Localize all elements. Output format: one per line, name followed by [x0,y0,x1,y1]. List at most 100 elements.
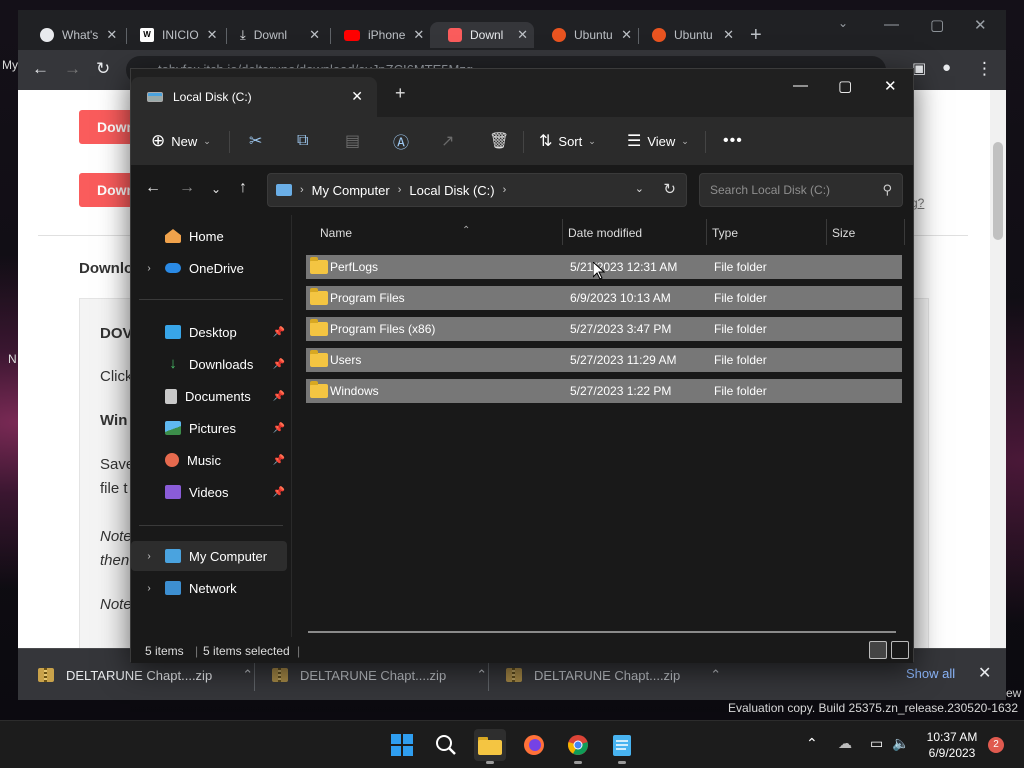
back-icon[interactable]: ← [145,179,161,197]
more-options-button[interactable]: ••• [723,129,743,153]
chrome-taskbar-button[interactable] [562,729,594,764]
new-tab-button[interactable]: + [395,83,406,104]
pin-icon[interactable]: 📌 [273,455,285,466]
tiles-view-button[interactable] [891,641,909,659]
chrome-tab[interactable]: ⤓ Downl ✕ [222,22,326,48]
close-button[interactable]: ✕ [884,77,897,95]
chevron-right-icon[interactable]: › [141,583,157,594]
new-button[interactable]: ⊕ New ⌄ [151,129,211,153]
pin-icon[interactable]: 📌 [273,327,285,338]
start-button[interactable] [386,729,418,761]
view-button[interactable]: ☰ View ⌄ [627,129,689,153]
search-box[interactable]: ⚲ [699,173,903,207]
chevron-up-icon[interactable]: ⌃ [242,667,253,683]
pin-icon[interactable]: 📌 [273,391,285,402]
chrome-tab[interactable]: Ubuntu ✕ [534,22,638,48]
sort-button[interactable]: ⇅ Sort ⌄ [539,129,596,153]
sidebar-item-desktop[interactable]: Desktop 📌 [131,317,287,347]
minimize-button[interactable]: — [793,77,808,94]
horizontal-scrollbar[interactable] [308,631,896,633]
address-bar[interactable]: › My Computer › Local Disk (C:) › ⌄ ↻ [267,173,687,207]
sidebar-item-home[interactable]: Home [131,221,287,251]
tab-search-icon[interactable]: ⌄ [838,16,848,30]
close-button[interactable]: ✕ [974,16,987,34]
pin-icon[interactable]: 📌 [273,487,285,498]
close-icon[interactable]: ✕ [517,27,528,43]
show-all-downloads-link[interactable]: Show all [906,666,955,681]
maximize-button[interactable]: ▢ [930,16,944,34]
cut-button[interactable]: ✂ [249,129,262,153]
column-header-size[interactable]: Size [832,221,902,245]
breadcrumb-my-computer[interactable]: My Computer [312,183,390,198]
explorer-tab[interactable]: Local Disk (C:) ✕ [131,77,377,117]
forward-icon[interactable]: → [179,179,195,197]
minimize-button[interactable]: — [884,16,899,33]
close-icon[interactable]: ✕ [309,27,320,43]
details-view-button[interactable] [869,641,887,659]
close-icon[interactable]: ✕ [978,663,991,683]
volume-icon[interactable]: 🔈 [892,735,909,752]
forward-icon[interactable]: → [64,59,81,79]
paste-button[interactable]: ▤ [345,129,360,153]
sidebar-item-my-computer[interactable]: › My Computer [131,541,287,571]
cloud-offline-icon[interactable]: ☁ [838,735,852,752]
system-clock[interactable]: 10:37 AM 6/9/2023 [920,729,984,761]
close-icon[interactable]: ✕ [413,27,424,43]
recent-locations-icon[interactable]: ⌄ [211,182,221,196]
chevron-right-icon[interactable]: › [141,263,157,274]
sidebar-item-onedrive[interactable]: › OneDrive [131,253,287,283]
close-icon[interactable]: ✕ [621,27,632,43]
chevron-down-icon[interactable]: ⌄ [635,182,644,195]
chevron-right-icon[interactable]: › [141,551,157,562]
pin-icon[interactable]: 📌 [273,423,285,434]
close-icon[interactable]: ✕ [207,27,218,43]
chrome-tab[interactable]: Ubuntu ✕ [634,22,740,48]
sidebar-item-network[interactable]: › Network [131,573,287,603]
profile-icon[interactable]: ● [942,59,951,76]
share-button[interactable]: ↗ [441,129,454,153]
chrome-tab[interactable]: What's ✕ [22,22,122,48]
chevron-up-icon[interactable]: ⌃ [806,735,818,752]
close-icon[interactable]: ✕ [106,27,117,43]
table-row[interactable]: Windows 5/27/2023 1:22 PM File folder [306,379,902,403]
menu-icon[interactable]: ⋮ [976,59,993,79]
side-panel-icon[interactable]: ▣ [912,59,926,77]
page-scrollbar[interactable] [990,90,1006,648]
sidebar-item-videos[interactable]: Videos 📌 [131,477,287,507]
sidebar-item-documents[interactable]: Documents 📌 [131,381,287,411]
chevron-up-icon[interactable]: ⌃ [710,667,721,683]
refresh-icon[interactable]: ↻ [663,180,676,198]
column-header-date-modified[interactable]: Date modified [568,221,704,245]
table-row[interactable]: Program Files (x86) 5/27/2023 3:47 PM Fi… [306,317,902,341]
reload-icon[interactable]: ↻ [96,59,110,79]
close-icon[interactable]: ✕ [723,27,734,43]
column-header-name[interactable]: Name ⌃ [320,221,560,245]
pin-icon[interactable]: 📌 [273,359,285,370]
sidebar-item-downloads[interactable]: ↓ Downloads 📌 [131,349,287,379]
search-icon[interactable]: ⚲ [882,182,892,198]
network-status-icon[interactable]: ▭ [870,735,883,752]
sidebar-item-pictures[interactable]: Pictures 📌 [131,413,287,443]
file-explorer-taskbar-button[interactable] [474,729,506,764]
maximize-button[interactable]: ▢ [838,77,852,95]
up-icon[interactable]: ↑ [239,179,247,197]
rename-button[interactable]: Ⓐ [393,129,409,153]
new-tab-button[interactable]: + [750,24,762,47]
copy-button[interactable]: ⧉ [297,129,308,153]
firefox-taskbar-button[interactable] [518,729,550,761]
breadcrumb-local-disk[interactable]: Local Disk (C:) [409,183,494,198]
notification-badge[interactable]: 2 [988,737,1004,753]
chrome-tab[interactable]: iPhone ✕ [326,22,430,48]
notepad-taskbar-button[interactable] [606,729,638,764]
chrome-tab-active[interactable]: Downl ✕ [430,22,534,48]
delete-button[interactable]: 🗑 [489,129,509,153]
table-row[interactable]: Users 5/27/2023 11:29 AM File folder [306,348,902,372]
chrome-tab[interactable]: W INICIO ✕ [122,22,222,48]
column-header-type[interactable]: Type [712,221,824,245]
close-icon[interactable]: ✕ [351,88,363,105]
back-icon[interactable]: ← [32,59,49,79]
search-input[interactable] [700,174,880,206]
chevron-up-icon[interactable]: ⌃ [476,667,487,683]
search-button[interactable] [430,729,462,761]
sidebar-item-music[interactable]: Music 📌 [131,445,287,475]
